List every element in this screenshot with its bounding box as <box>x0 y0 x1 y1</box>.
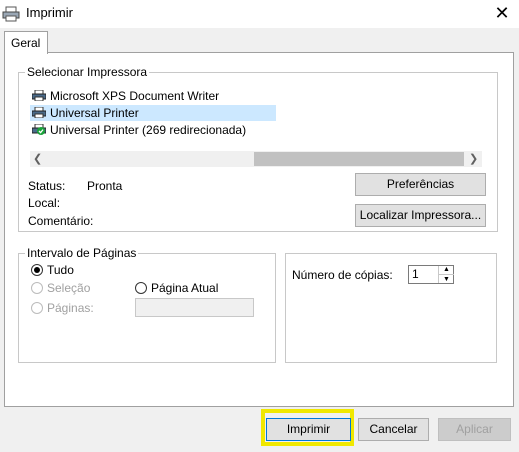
radio-selection-label: Seleção <box>47 281 91 295</box>
spinner-down-icon[interactable]: ▼ <box>439 274 454 283</box>
radio-all-label: Tudo <box>47 263 74 277</box>
find-printer-button[interactable]: Localizar Impressora... <box>355 204 486 227</box>
comment-label: Comentário: <box>28 214 94 228</box>
close-button[interactable]: ✕ <box>490 2 514 24</box>
printer-item-xps[interactable]: Microsoft XPS Document Writer <box>30 88 280 104</box>
printer-name: Universal Printer (269 redirecionada) <box>50 123 247 137</box>
printer-name: Microsoft XPS Document Writer <box>50 89 220 103</box>
preferences-button[interactable]: Preferências <box>355 173 486 196</box>
printer-name: Universal Printer <box>50 106 139 120</box>
window-title: Imprimir <box>26 5 73 20</box>
radio-selection[interactable] <box>31 282 43 294</box>
copies-value: 1 <box>412 267 419 281</box>
tab-geral[interactable]: Geral <box>4 31 48 54</box>
status-value: Pronta <box>87 179 123 193</box>
radio-current-page[interactable] <box>135 282 147 294</box>
location-label: Local: <box>28 196 61 210</box>
scrollbar-thumb[interactable] <box>254 152 464 166</box>
title-bar: Imprimir ✕ <box>0 0 519 28</box>
printer-item-universal[interactable]: Universal Printer <box>30 105 276 121</box>
cancel-button[interactable]: Cancelar <box>358 418 429 441</box>
select-printer-legend: Selecionar Impressora <box>25 65 150 79</box>
printer-icon <box>32 107 46 118</box>
radio-pages-label: Páginas: <box>47 301 94 315</box>
radio-current-page-label: Página Atual <box>151 281 219 295</box>
scroll-left-icon[interactable]: ❮ <box>33 152 42 165</box>
status-label: Status: <box>28 179 66 193</box>
pages-input[interactable] <box>135 298 254 317</box>
spinner-up-icon[interactable]: ▲ <box>439 266 454 274</box>
scroll-right-icon[interactable]: ❯ <box>469 152 478 165</box>
page-range-legend: Intervalo de Páginas <box>25 246 139 260</box>
apply-button[interactable]: Aplicar <box>438 418 511 441</box>
radio-pages[interactable] <box>31 302 43 314</box>
printer-icon <box>2 6 20 22</box>
spinner-buttons: ▲ ▼ <box>438 266 454 283</box>
printer-item-universal-redirected[interactable]: Universal Printer (269 redirecionada) <box>30 122 290 138</box>
radio-all[interactable] <box>31 264 43 276</box>
copies-label: Número de cópias: <box>292 268 393 282</box>
tab-label: Geral <box>11 36 41 50</box>
print-button[interactable]: Imprimir <box>266 418 351 441</box>
printer-icon <box>32 90 46 101</box>
printer-default-icon <box>32 124 46 135</box>
copies-spinner[interactable]: 1 ▲ ▼ <box>408 265 454 284</box>
